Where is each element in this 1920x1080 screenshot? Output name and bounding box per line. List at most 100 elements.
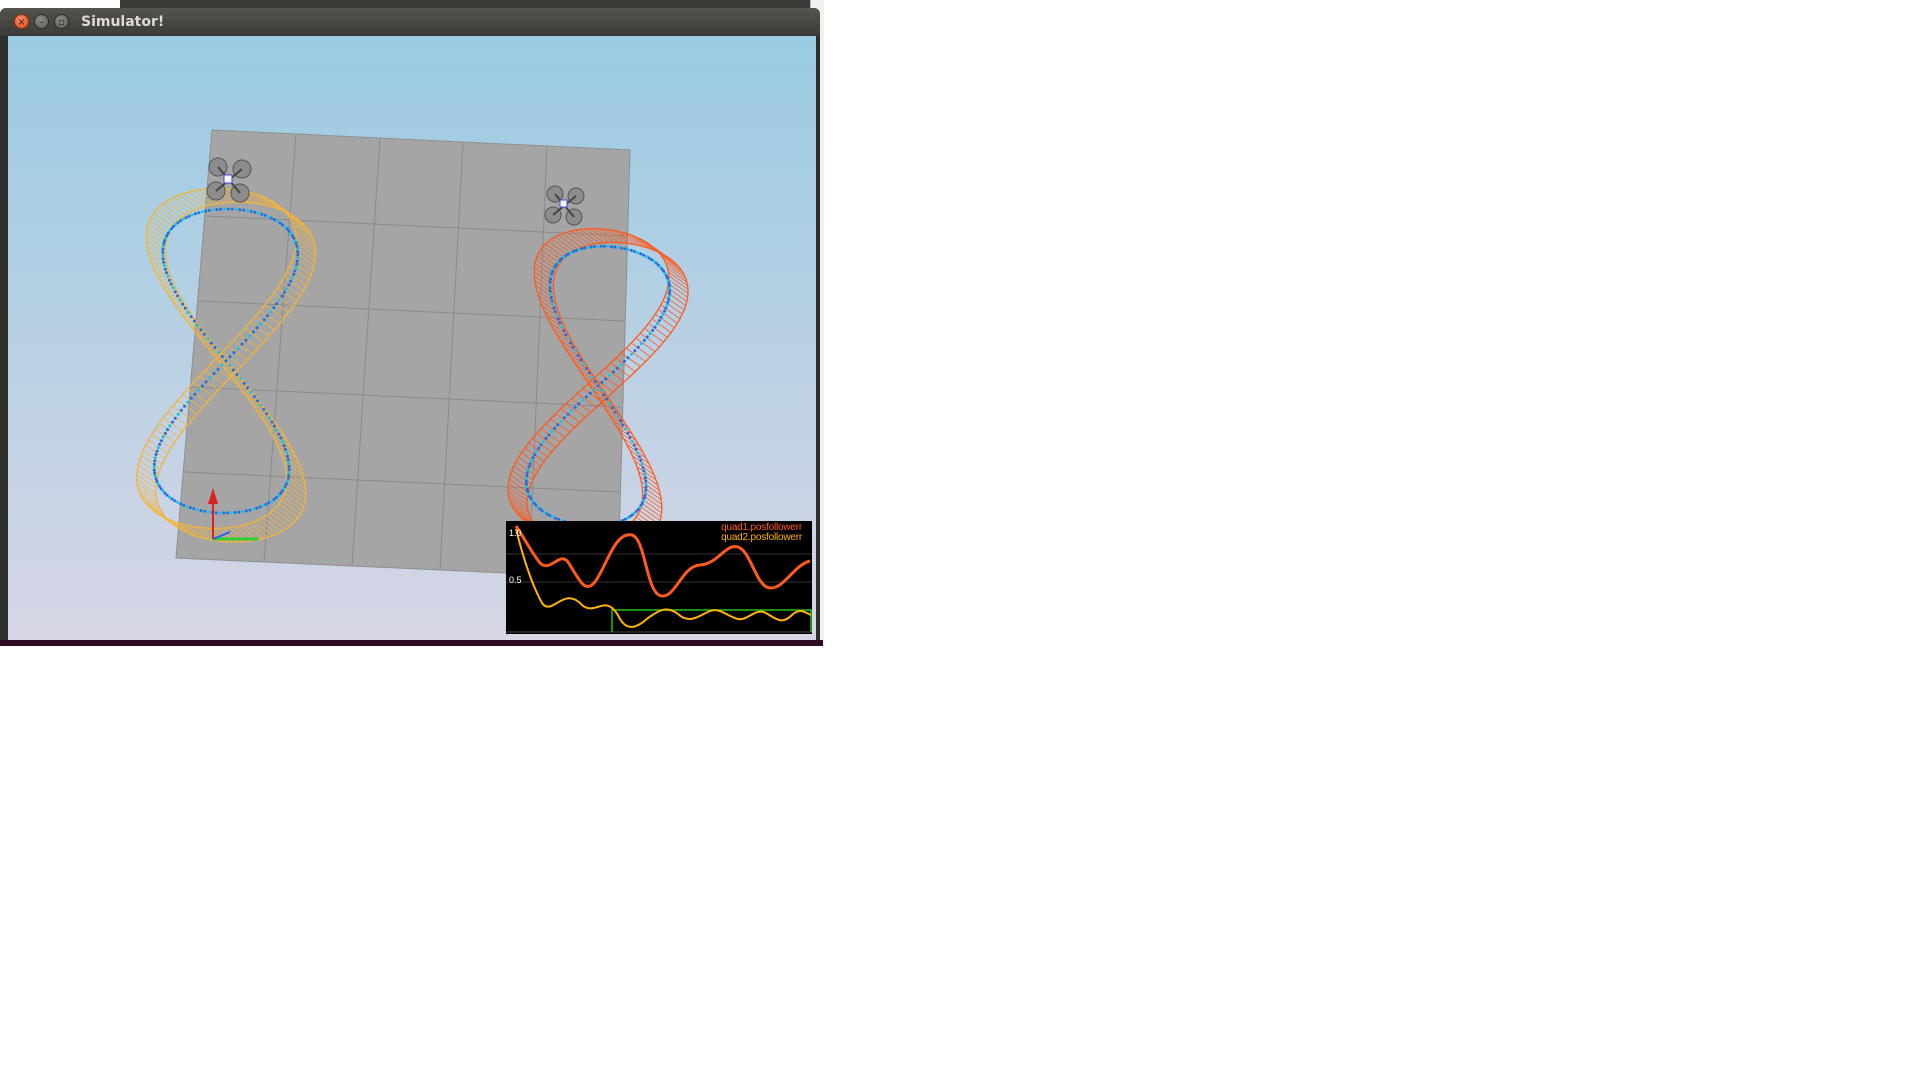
path-dot bbox=[580, 247, 584, 251]
path-dot bbox=[285, 451, 289, 455]
path-dot bbox=[186, 400, 190, 404]
path-dot bbox=[293, 239, 297, 243]
path-dot bbox=[577, 248, 581, 252]
path-dot bbox=[556, 317, 560, 321]
path-dot bbox=[192, 319, 196, 323]
path-dot bbox=[596, 384, 600, 388]
path-dot bbox=[551, 302, 555, 306]
window-titlebar[interactable]: × – ▫ Simulator! bbox=[0, 8, 820, 36]
minimize-button[interactable]: – bbox=[34, 14, 49, 29]
path-dot bbox=[283, 447, 287, 451]
path-dot bbox=[550, 430, 554, 434]
path-dot bbox=[230, 207, 234, 211]
path-dot bbox=[620, 246, 623, 250]
path-dot bbox=[153, 474, 157, 478]
path-dot bbox=[524, 482, 528, 486]
path-dot bbox=[602, 393, 606, 397]
path-dot bbox=[665, 303, 669, 307]
path-dot bbox=[204, 380, 208, 384]
path-dot bbox=[163, 264, 166, 268]
simulator-window[interactable]: × – ▫ Simulator! quad1.posfollowerr quad… bbox=[0, 8, 820, 644]
path-dot bbox=[295, 247, 299, 251]
path-dot bbox=[162, 260, 166, 264]
path-dot bbox=[240, 342, 244, 346]
path-dot bbox=[289, 279, 293, 283]
path-dot bbox=[533, 453, 537, 457]
path-dot bbox=[544, 436, 548, 440]
path-dot bbox=[278, 221, 282, 225]
path-dot bbox=[639, 252, 643, 256]
close-button[interactable]: × bbox=[14, 14, 29, 29]
path-dot bbox=[199, 509, 203, 513]
path-dot bbox=[552, 306, 556, 310]
quad2-error-series bbox=[515, 528, 812, 628]
path-dot bbox=[261, 504, 265, 508]
path-dot bbox=[587, 371, 591, 375]
path-dot bbox=[628, 435, 632, 439]
path-dot bbox=[193, 392, 197, 396]
path-dot bbox=[287, 464, 291, 468]
drone-body bbox=[223, 174, 233, 184]
path-dot bbox=[246, 386, 250, 390]
path-dot bbox=[197, 211, 201, 215]
path-dot bbox=[152, 468, 156, 472]
path-dot bbox=[200, 384, 204, 388]
path-dot bbox=[155, 449, 159, 453]
path-dot bbox=[176, 412, 180, 416]
path-dot bbox=[634, 447, 638, 451]
path-dot bbox=[206, 510, 210, 514]
path-dot bbox=[644, 482, 648, 486]
path-dot bbox=[171, 420, 174, 424]
path-dot bbox=[154, 453, 158, 456]
path-dot bbox=[192, 507, 196, 511]
path-dot bbox=[269, 499, 273, 503]
path-dot bbox=[286, 477, 290, 480]
path-dot bbox=[237, 510, 241, 514]
path-dot bbox=[264, 502, 268, 506]
path-dot bbox=[584, 367, 588, 370]
path-dot bbox=[663, 309, 666, 313]
path-dot bbox=[645, 335, 649, 339]
path-dot bbox=[606, 244, 610, 248]
path-dot bbox=[644, 491, 647, 495]
path-dot bbox=[275, 219, 279, 223]
path-dot bbox=[152, 462, 156, 466]
path-dot bbox=[232, 351, 236, 355]
path-dot bbox=[195, 508, 199, 512]
path-dot bbox=[286, 454, 289, 458]
path-dot bbox=[215, 208, 219, 211]
path-dot bbox=[269, 216, 273, 220]
path-dot bbox=[275, 302, 279, 306]
path-dot bbox=[527, 465, 531, 469]
path-dot bbox=[281, 440, 284, 444]
path-dot bbox=[586, 245, 590, 249]
path-dot bbox=[169, 282, 173, 286]
path-dot bbox=[525, 487, 529, 491]
path-dot bbox=[199, 328, 203, 332]
path-dot bbox=[592, 388, 596, 392]
path-dot bbox=[584, 395, 588, 399]
path-dot bbox=[599, 388, 603, 392]
path-dot bbox=[231, 368, 235, 372]
path-dot bbox=[558, 321, 562, 325]
3d-viewport[interactable]: quad1.posfollowerr quad2.posfollowerr 1.… bbox=[8, 36, 816, 642]
path-dot bbox=[668, 286, 672, 290]
path-dot bbox=[531, 456, 535, 460]
path-dot bbox=[262, 408, 266, 411]
path-dot bbox=[548, 289, 552, 293]
path-dot bbox=[189, 396, 193, 400]
path-dot bbox=[292, 272, 296, 276]
path-dot bbox=[166, 428, 169, 432]
path-dot bbox=[616, 414, 620, 418]
close-icon: × bbox=[17, 17, 26, 28]
path-dot bbox=[636, 251, 640, 255]
path-dot bbox=[564, 333, 568, 337]
path-dot bbox=[168, 424, 172, 428]
maximize-button[interactable]: ▫ bbox=[54, 14, 69, 29]
path-dot bbox=[213, 346, 217, 349]
path-dot bbox=[553, 310, 557, 313]
path-dot bbox=[196, 323, 200, 327]
path-dot bbox=[179, 502, 183, 506]
path-dot bbox=[583, 246, 587, 250]
minimize-icon: – bbox=[39, 17, 44, 28]
